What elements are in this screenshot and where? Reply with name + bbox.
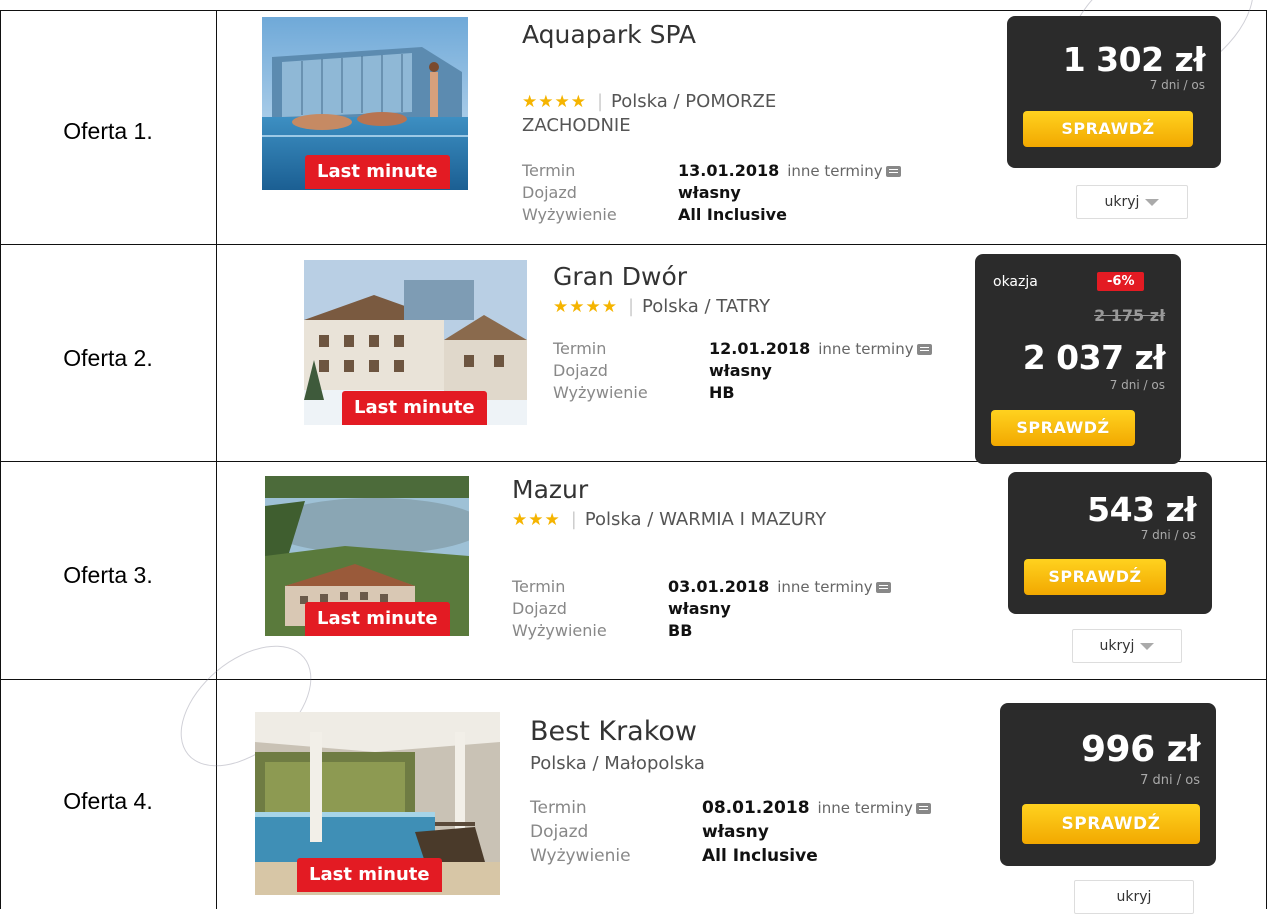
price: 543 zł xyxy=(1087,490,1196,529)
offer-details: Termin 03.01.2018 inne terminy Dojazd własn… xyxy=(512,576,891,642)
hide-label: ukryj xyxy=(1104,194,1140,210)
location-text: Polska / Małopolska xyxy=(530,753,705,774)
hide-button[interactable]: ukryj xyxy=(1076,185,1188,219)
hide-button[interactable]: ukryj xyxy=(1072,629,1182,663)
last-minute-badge: Last minute xyxy=(297,858,442,892)
more-dates-link[interactable]: inne terminy xyxy=(818,338,932,360)
separator: | xyxy=(596,91,604,112)
food-value: All Inclusive xyxy=(678,205,787,224)
offer-label: Oferta 2. xyxy=(63,345,153,371)
star-rating: ★★★ xyxy=(512,510,561,530)
food-value: HB xyxy=(709,383,735,402)
check-button[interactable]: SPRAWDŹ xyxy=(991,410,1135,446)
row-divider-3 xyxy=(0,679,1267,680)
hotel-name[interactable]: Aquapark SPA xyxy=(522,20,696,49)
dojazd-label: Dojazd xyxy=(512,599,567,618)
price: 996 zł xyxy=(1081,729,1201,770)
hotel-location: ★★★★ | Polska / POMORZE ZACHODNIE xyxy=(522,90,852,138)
dojazd-label: Dojazd xyxy=(530,822,589,842)
price-period: 7 dni / os xyxy=(1140,773,1200,788)
hotel-location: ★★★ | Polska / WARMIA I MAZURY xyxy=(512,508,842,532)
offer-details: Termin 12.01.2018 inne terminy Dojazd własn… xyxy=(553,338,932,404)
old-price: 2 175 zł xyxy=(1094,306,1165,325)
hotel-name[interactable]: Mazur xyxy=(512,475,588,504)
discount-badge: -6% xyxy=(1097,272,1145,291)
food-label: Wyżywienie xyxy=(522,205,617,224)
offer-details: Termin 08.01.2018 inne terminy Dojazd własn… xyxy=(530,796,931,868)
last-minute-badge: Last minute xyxy=(305,602,450,636)
price-box: 543 zł 7 dni / os SPRAWDŹ xyxy=(1008,472,1212,614)
dojazd-label: Dojazd xyxy=(553,361,608,380)
hotel-name[interactable]: Gran Dwór xyxy=(553,262,687,291)
table-border-top xyxy=(0,10,1267,11)
more-dates-link[interactable]: inne terminy xyxy=(787,160,901,182)
separator: | xyxy=(570,509,577,530)
star-rating: ★★★★ xyxy=(553,297,618,317)
location-text: Polska / WARMIA I MAZURY xyxy=(584,509,827,530)
hide-label: ukryj xyxy=(1099,638,1135,654)
check-button[interactable]: SPRAWDŹ xyxy=(1022,804,1200,844)
food-label: Wyżywienie xyxy=(512,621,607,640)
termin-value: 13.01.2018 xyxy=(678,161,780,180)
termin-value: 12.01.2018 xyxy=(709,339,811,358)
dojazd-label: Dojazd xyxy=(522,183,577,202)
price-box: 996 zł 7 dni / os SPRAWDŹ xyxy=(1000,703,1216,866)
food-label: Wyżywienie xyxy=(553,383,648,402)
price-box: 1 302 zł 7 dni / os SPRAWDŹ xyxy=(1007,16,1221,168)
offer-label: Oferta 3. xyxy=(63,562,153,588)
chevron-down-icon xyxy=(1145,198,1160,206)
price-period: 7 dni / os xyxy=(1109,378,1165,392)
dojazd-value: własny xyxy=(678,183,741,202)
calendar-icon xyxy=(875,582,891,593)
last-minute-badge: Last minute xyxy=(342,391,487,425)
dojazd-value: własny xyxy=(702,822,769,842)
hotel-location: Polska / Małopolska xyxy=(530,752,860,776)
hotel-location: ★★★★ | Polska / TATRY xyxy=(553,295,883,319)
calendar-icon xyxy=(916,344,932,355)
more-dates-text: inne terminy xyxy=(777,578,873,596)
termin-value: 03.01.2018 xyxy=(668,577,770,596)
termin-label: Termin xyxy=(553,339,607,358)
price-period: 7 dni / os xyxy=(1140,528,1196,542)
star-rating: ★★★★ xyxy=(522,92,587,112)
table-divider-vertical xyxy=(216,10,217,909)
row-divider-1 xyxy=(0,244,1267,245)
offer-label: Oferta 1. xyxy=(63,118,153,144)
deal-label: okazja xyxy=(993,274,1038,290)
separator: | xyxy=(627,296,635,317)
location-text: Polska / TATRY xyxy=(642,296,771,317)
check-button[interactable]: SPRAWDŹ xyxy=(1024,559,1166,595)
last-minute-badge: Last minute xyxy=(305,155,450,189)
more-dates-text: inne terminy xyxy=(818,340,914,358)
termin-label: Termin xyxy=(522,161,576,180)
food-value: All Inclusive xyxy=(702,846,818,866)
price-box: okazja -6% 2 175 zł 2 037 zł 7 dni / os … xyxy=(975,254,1181,464)
more-dates-text: inne terminy xyxy=(787,162,883,180)
hide-label: ukryj xyxy=(1116,889,1152,905)
price-period: 7 dni / os xyxy=(1149,78,1205,92)
dojazd-value: własny xyxy=(668,599,731,618)
chevron-down-icon xyxy=(1140,642,1155,650)
more-dates-link[interactable]: inne terminy xyxy=(777,576,891,598)
price: 2 037 zł xyxy=(1022,338,1166,377)
food-label: Wyżywienie xyxy=(530,846,631,866)
dojazd-value: własny xyxy=(709,361,772,380)
termin-value: 08.01.2018 xyxy=(702,798,810,818)
food-value: BB xyxy=(668,621,693,640)
price: 1 302 zł xyxy=(1062,40,1206,79)
termin-label: Termin xyxy=(530,798,587,818)
calendar-icon xyxy=(915,803,931,814)
offer-details: Termin 13.01.2018 inne terminy Dojazd własn… xyxy=(522,160,901,226)
hotel-name[interactable]: Best Krakow xyxy=(530,716,697,747)
more-dates-link[interactable]: inne terminy xyxy=(818,796,931,820)
calendar-icon xyxy=(885,166,901,177)
offer-label: Oferta 4. xyxy=(63,788,153,814)
check-button[interactable]: SPRAWDŹ xyxy=(1023,111,1193,147)
termin-label: Termin xyxy=(512,577,566,596)
more-dates-text: inne terminy xyxy=(817,799,913,817)
